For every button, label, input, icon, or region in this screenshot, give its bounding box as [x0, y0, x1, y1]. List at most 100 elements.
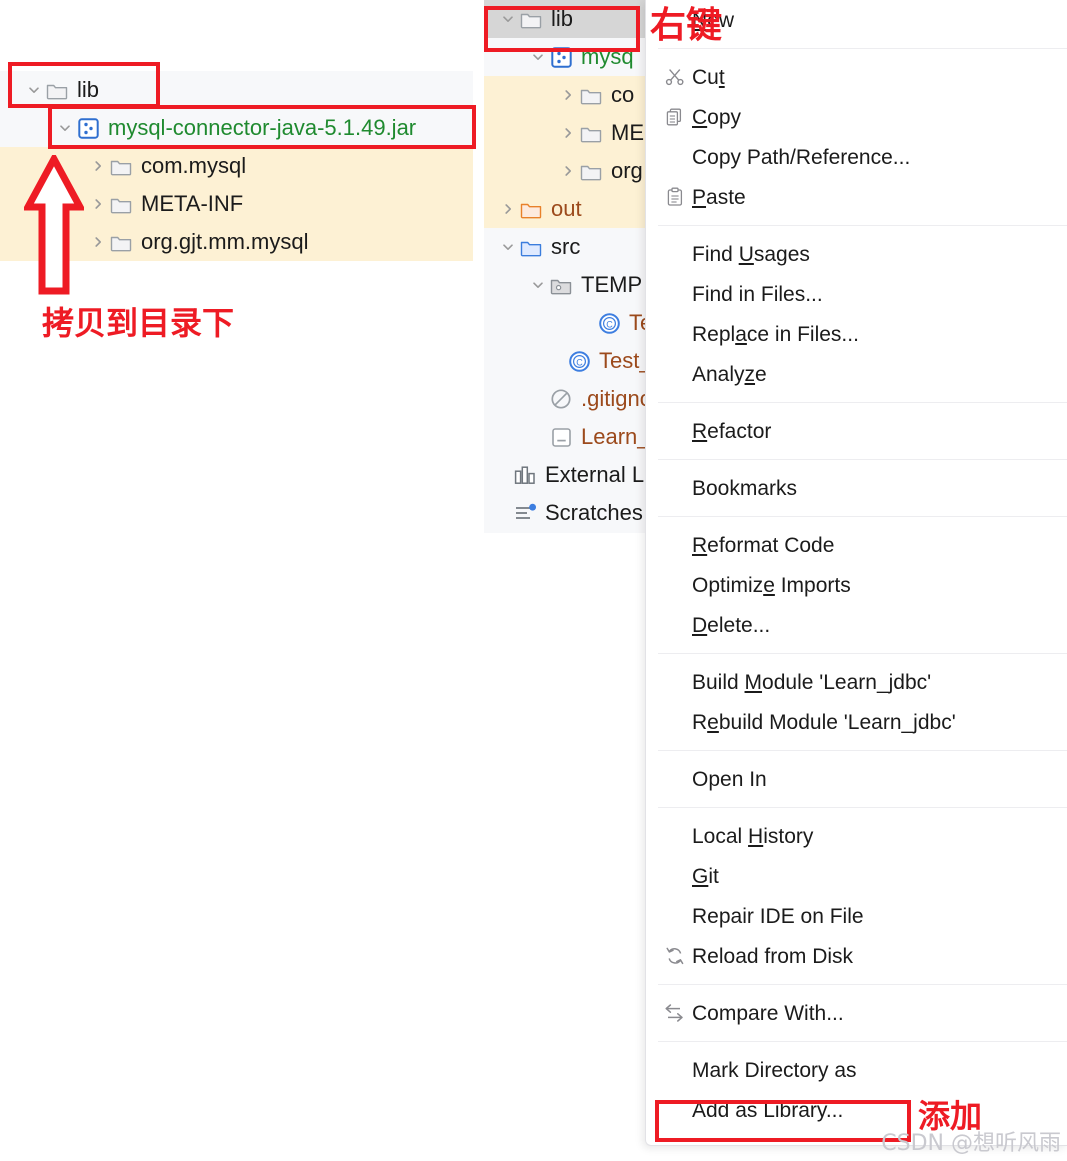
menu-item-local-history[interactable]: Local History	[646, 816, 1067, 856]
menu-item-find-in-files[interactable]: Find in Files...	[646, 274, 1067, 314]
compare-icon	[658, 1003, 692, 1023]
menu-item-label: Cut	[692, 65, 725, 89]
menu-item-add-as-library[interactable]: Add as Library...	[646, 1090, 1067, 1130]
menu-item-git[interactable]: Git	[646, 856, 1067, 896]
tree-row-org[interactable]: org	[484, 152, 645, 190]
tree-row-scratches-a[interactable]: Scratches a	[484, 494, 645, 532]
tree-row-label: Test_	[599, 348, 645, 373]
folder-orange-icon	[518, 198, 544, 220]
chevron-right-icon[interactable]	[558, 88, 578, 102]
menu-separator	[658, 807, 1067, 808]
tree-row-out[interactable]: out	[484, 190, 645, 228]
menu-item-label: Copy	[692, 105, 742, 129]
tree-row-lib[interactable]: lib	[484, 0, 645, 38]
clipboard-icon	[658, 187, 692, 207]
tree-row-label: Te	[629, 310, 645, 335]
menu-item-mark-directory-as[interactable]: Mark Directory as	[646, 1050, 1067, 1090]
chevron-right-icon[interactable]	[558, 164, 578, 178]
menu-item-delete[interactable]: Delete...	[646, 605, 1067, 645]
menu-separator	[658, 516, 1067, 517]
menu-item-analyze[interactable]: Analyze	[646, 354, 1067, 394]
tree-row-com-mysql[interactable]: com.mysql	[0, 147, 473, 185]
menu-item-copy[interactable]: Copy	[646, 97, 1067, 137]
menu-item-label: Compare With...	[692, 1001, 844, 1025]
menu-separator	[658, 225, 1067, 226]
chevron-down-icon[interactable]	[498, 240, 518, 254]
context-menu[interactable]: New Cut Copy Copy Path/Reference... Paste Fin…	[645, 0, 1067, 1146]
tree-row-label: .gitignore	[581, 386, 645, 411]
chevron-right-icon[interactable]	[88, 197, 108, 211]
menu-item-repair-ide-on-file[interactable]: Repair IDE on File	[646, 896, 1067, 936]
menu-item-label: Find Usages	[692, 242, 810, 266]
chevron-down-icon[interactable]	[498, 12, 518, 26]
chevron-right-icon[interactable]	[558, 126, 578, 140]
menu-item-replace-in-files[interactable]: Replace in Files...	[646, 314, 1067, 354]
tree-row-src[interactable]: src	[484, 228, 645, 266]
menu-item-label: Replace in Files...	[692, 322, 859, 346]
menu-item-label: Delete...	[692, 613, 771, 637]
project-tree-left-panel[interactable]: lib mysql-connector-java-5.1.49.jar com.my…	[0, 71, 473, 261]
tree-row--gitignore[interactable]: .gitignore	[484, 380, 645, 418]
menu-item-compare-with[interactable]: Compare With...	[646, 993, 1067, 1033]
tree-row-mysq[interactable]: mysq	[484, 38, 645, 76]
tree-row-lib[interactable]: lib	[0, 71, 473, 109]
tree-row-external-lib[interactable]: External Lib	[484, 456, 645, 494]
menu-item-label: Analyze	[692, 362, 767, 386]
chevron-right-icon[interactable]	[498, 202, 518, 216]
folder-icon	[44, 79, 70, 101]
tree-row-learn-jd[interactable]: Learn_jd	[484, 418, 645, 456]
tree-row-te[interactable]: C Te	[484, 304, 645, 342]
menu-item-find-usages[interactable]: Find Usages	[646, 234, 1067, 274]
menu-item-optimize-imports[interactable]: Optimize Imports	[646, 565, 1067, 605]
tree-row-label: ME	[611, 120, 644, 145]
folder-icon	[578, 160, 604, 182]
tree-row-mysql-connector-java-5-1-49-jar[interactable]: mysql-connector-java-5.1.49.jar	[0, 109, 473, 147]
tree-row-label: mysq	[581, 44, 634, 69]
chevron-down-icon[interactable]	[528, 278, 548, 292]
menu-item-open-in[interactable]: Open In	[646, 759, 1067, 799]
menu-separator	[658, 653, 1067, 654]
tree-row-temp[interactable]: TEMP	[484, 266, 645, 304]
menu-item-label: Reload from Disk	[692, 944, 854, 968]
menu-item-rebuild-module-learn-jdbc[interactable]: Rebuild Module 'Learn_jdbc'	[646, 702, 1067, 742]
jar-icon	[75, 117, 101, 139]
menu-item-copy-path-reference[interactable]: Copy Path/Reference...	[646, 137, 1067, 177]
tree-row-label: External Lib	[545, 462, 645, 487]
tree-row-label: mysql-connector-java-5.1.49.jar	[108, 115, 417, 140]
menu-item-bookmarks[interactable]: Bookmarks	[646, 468, 1067, 508]
chevron-down-icon[interactable]	[24, 83, 44, 97]
menu-item-reload-from-disk[interactable]: Reload from Disk	[646, 936, 1067, 976]
tree-row-meta-inf[interactable]: META-INF	[0, 185, 473, 223]
menu-item-label: Reformat Code	[692, 533, 835, 557]
chevron-right-icon[interactable]	[88, 159, 108, 173]
tree-row-test-[interactable]: C Test_	[484, 342, 645, 380]
menu-item-label: Paste	[692, 185, 746, 209]
menu-item-paste[interactable]: Paste	[646, 177, 1067, 217]
tree-row-label: out	[551, 196, 582, 221]
menu-item-label: Copy Path/Reference...	[692, 145, 911, 169]
chevron-right-icon[interactable]	[88, 235, 108, 249]
java-class-icon: C	[596, 312, 622, 334]
chevron-down-icon[interactable]	[528, 50, 548, 64]
folder-icon	[108, 193, 134, 215]
menu-item-cut[interactable]: Cut	[646, 57, 1067, 97]
tree-row-label: Scratches a	[545, 500, 645, 525]
menu-item-label: Optimize Imports	[692, 573, 851, 597]
tree-row-org-gjt-mm-mysql[interactable]: org.gjt.mm.mysql	[0, 223, 473, 261]
tree-row-label: org	[611, 158, 643, 183]
folder-icon	[578, 84, 604, 106]
menu-item-label: Git	[692, 864, 719, 888]
menu-separator	[658, 750, 1067, 751]
package-folder-icon	[548, 274, 574, 296]
tree-row-co[interactable]: co	[484, 76, 645, 114]
project-tree-middle-panel[interactable]: lib mysq co ME org out srcTEMP C Te C Test_ .gitign…	[484, 0, 645, 533]
tree-row-me[interactable]: ME	[484, 114, 645, 152]
tree-row-label: src	[551, 234, 581, 259]
menu-item-build-module-learn-jdbc[interactable]: Build Module 'Learn_jdbc'	[646, 662, 1067, 702]
folder-icon	[518, 8, 544, 30]
svg-text:C: C	[606, 319, 613, 329]
menu-item-reformat-code[interactable]: Reformat Code	[646, 525, 1067, 565]
menu-item-refactor[interactable]: Refactor	[646, 411, 1067, 451]
chevron-down-icon[interactable]	[55, 121, 75, 135]
tree-row-label: TEMP	[581, 272, 643, 297]
